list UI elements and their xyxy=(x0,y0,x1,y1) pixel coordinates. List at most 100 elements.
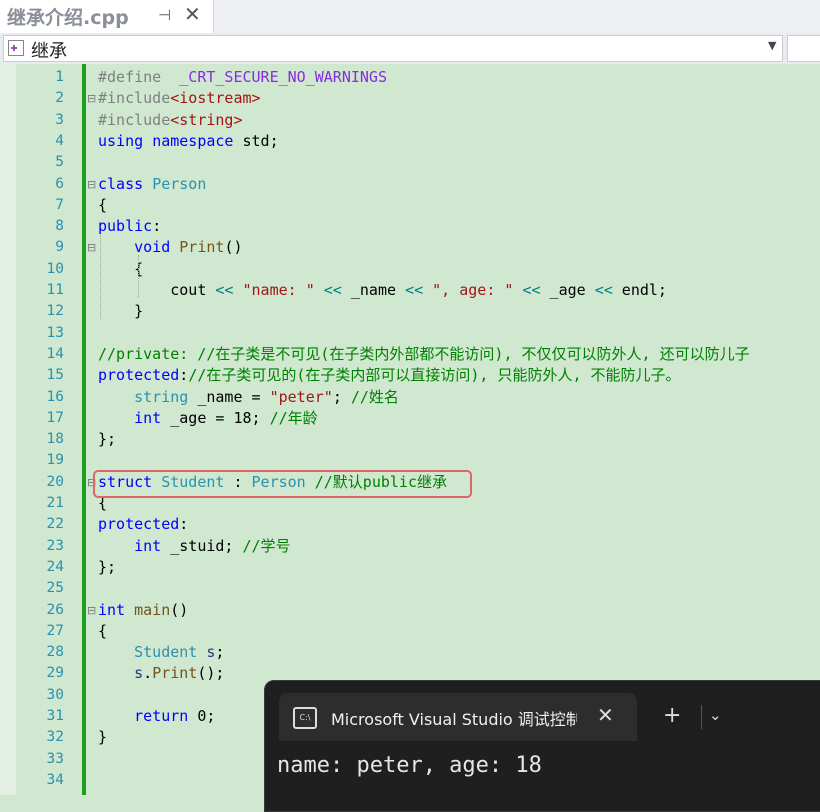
scope-label: 继承 xyxy=(31,41,67,62)
code-line[interactable]: { xyxy=(98,621,107,642)
line-number: 28 xyxy=(46,644,64,661)
code-token: std; xyxy=(233,131,279,150)
code-token: () xyxy=(170,600,189,619)
code-token: class xyxy=(98,174,144,193)
code-line[interactable]: int main() xyxy=(98,600,188,621)
code-token: cout xyxy=(98,281,216,299)
code-line[interactable]: Student s; xyxy=(98,642,224,663)
code-line[interactable]: #define _CRT_SECURE_NO_WARNINGS xyxy=(98,67,387,88)
code-line[interactable]: class Person xyxy=(98,174,206,195)
line-number: 27 xyxy=(46,622,64,639)
document-tab-title: 继承介绍.cpp xyxy=(7,7,129,29)
code-line[interactable]: { xyxy=(98,195,107,216)
code-line[interactable]: }; xyxy=(98,429,116,450)
code-token: : xyxy=(152,217,162,236)
console-tab[interactable]: C:\ Microsoft Visual Studio 调试控制台 ✕ xyxy=(279,693,637,741)
code-token: }; xyxy=(98,430,117,449)
selection-margin[interactable] xyxy=(0,64,16,795)
line-number: 17 xyxy=(46,409,64,426)
change-tracking-bar xyxy=(82,64,86,795)
code-token: << xyxy=(405,281,424,299)
line-number: 6 xyxy=(55,175,64,192)
chevron-down-icon[interactable]: ▼ xyxy=(768,39,776,52)
code-token: Print xyxy=(179,238,225,257)
line-number: 9 xyxy=(55,239,64,256)
line-number: 4 xyxy=(55,132,64,149)
code-line[interactable]: protected://在子类可见的(在子类内部可以直接访问), 只能防外人, … xyxy=(98,365,681,386)
collapse-icon[interactable]: ⊟ xyxy=(87,600,97,621)
code-token: void xyxy=(134,238,171,257)
code-line[interactable]: }; xyxy=(98,557,116,578)
code-line[interactable]: #include<iostream> xyxy=(98,88,261,109)
pin-icon[interactable]: ⊣ xyxy=(158,6,171,24)
indent-guide xyxy=(100,234,101,319)
code-token: //学号 xyxy=(242,536,291,555)
code-line[interactable]: s.Print(); xyxy=(98,663,224,684)
code-token: _CRT_SECURE_NO_WARNINGS xyxy=(179,68,387,86)
code-token: protected xyxy=(98,515,180,534)
line-number: 24 xyxy=(46,558,64,575)
code-line[interactable]: using namespace std; xyxy=(98,131,279,152)
code-line[interactable]: void Print() xyxy=(98,237,242,258)
code-line[interactable]: } xyxy=(98,727,107,748)
highlight-annotation xyxy=(93,470,472,498)
member-dropdown[interactable] xyxy=(787,35,820,62)
code-line[interactable]: string _name = "peter"; //姓名 xyxy=(98,387,399,408)
line-number: 2 xyxy=(55,90,64,107)
line-number: 7 xyxy=(55,196,64,213)
code-token: <string> xyxy=(170,110,243,129)
code-token: //姓名 xyxy=(350,387,399,406)
console-output: name: peter, age: 18 xyxy=(277,753,542,778)
line-number: 32 xyxy=(46,729,64,746)
code-token: //年龄 xyxy=(269,408,318,427)
line-number: 31 xyxy=(46,708,64,724)
code-token: { xyxy=(98,195,108,214)
code-line[interactable]: cout << "name: " << _name << ", age: " <… xyxy=(98,280,667,301)
line-number: 29 xyxy=(46,665,64,682)
code-token: s xyxy=(134,664,144,683)
plus-icon[interactable]: + xyxy=(663,703,681,728)
code-line[interactable]: } xyxy=(98,301,143,322)
code-token: : xyxy=(179,366,189,385)
code-token: { xyxy=(98,259,144,278)
code-line[interactable]: public: xyxy=(98,216,161,237)
code-token: protected xyxy=(98,366,180,385)
collapse-icon[interactable]: ⊟ xyxy=(87,174,97,195)
line-number: 14 xyxy=(46,345,64,362)
chevron-down-icon[interactable]: ⌄ xyxy=(709,706,722,724)
code-token: << xyxy=(522,281,541,299)
collapse-icon[interactable]: ⊟ xyxy=(87,237,97,258)
line-number: 33 xyxy=(46,750,64,767)
code-token: ; xyxy=(332,387,351,406)
code-line[interactable]: protected: xyxy=(98,514,188,535)
code-token: (); xyxy=(197,664,225,683)
line-number: 34 xyxy=(46,771,64,788)
code-token: return xyxy=(134,707,189,725)
code-line[interactable]: //private: //在子类是不可见(在子类内外部都不能访问), 不仅仅可以… xyxy=(98,344,750,365)
document-tab[interactable]: 继承介绍.cpp ⊣ ✕ xyxy=(0,0,214,33)
collapse-icon[interactable]: ⊟ xyxy=(87,88,97,109)
code-line[interactable]: #include<string> xyxy=(98,110,243,131)
code-line[interactable]: return 0; xyxy=(98,706,215,727)
scope-dropdown[interactable]: 继承 ▼ xyxy=(3,35,783,62)
line-number: 1 xyxy=(55,69,64,85)
close-icon[interactable]: ✕ xyxy=(597,703,614,727)
code-token: //private: //在子类是不可见(在子类内外部都不能访问), 不仅仅可以… xyxy=(98,344,750,363)
code-token: "peter" xyxy=(269,387,333,406)
code-line[interactable]: { xyxy=(98,259,143,280)
code-token: namespace xyxy=(152,131,234,150)
code-line[interactable]: int _stuid; //学号 xyxy=(98,536,291,557)
code-token: _age xyxy=(540,281,595,299)
code-line[interactable]: int _age = 18; //年龄 xyxy=(98,408,318,429)
line-number: 30 xyxy=(46,686,64,703)
line-number: 20 xyxy=(46,473,64,490)
close-icon[interactable]: ✕ xyxy=(184,2,201,26)
